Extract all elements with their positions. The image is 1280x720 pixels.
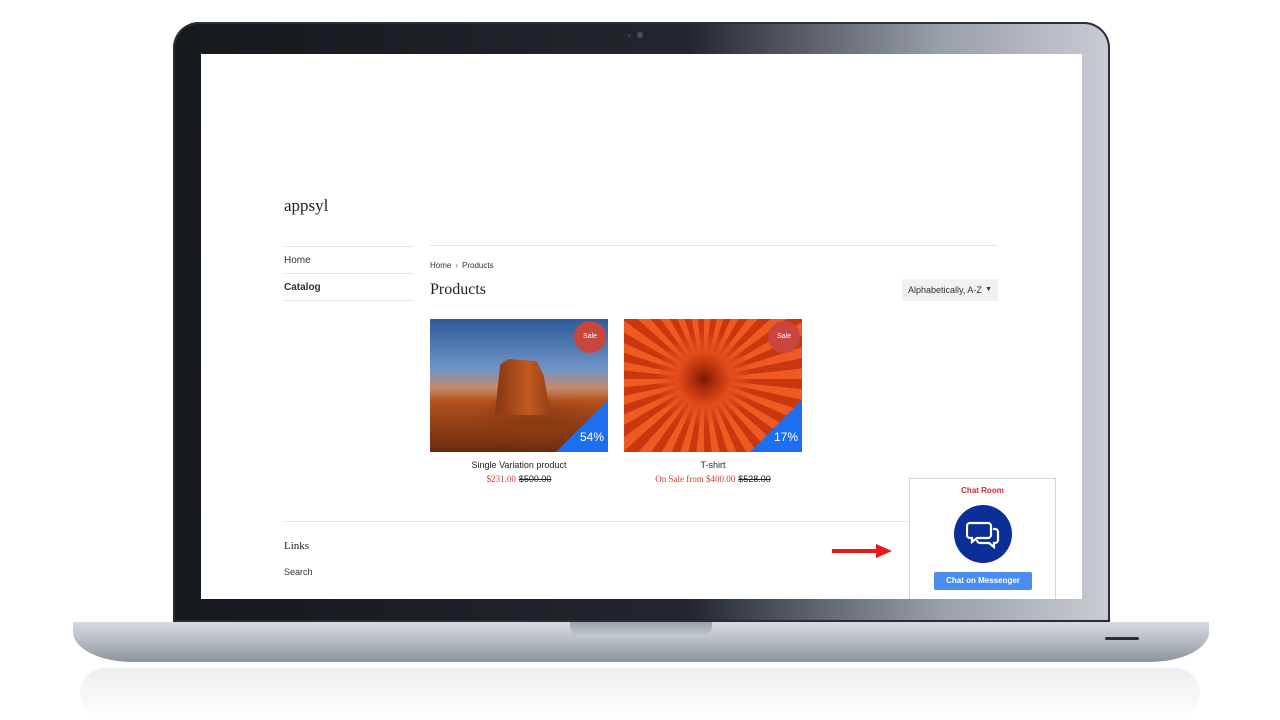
camera-sensor bbox=[628, 34, 631, 37]
laptop-slot bbox=[1105, 637, 1139, 640]
laptop-notch bbox=[570, 622, 712, 637]
sidebar-nav: Home Catalog bbox=[284, 246, 414, 301]
sale-price: $231.00 bbox=[486, 474, 516, 484]
laptop-base bbox=[73, 622, 1209, 662]
footer-divider bbox=[284, 521, 998, 522]
breadcrumb-home[interactable]: Home bbox=[430, 261, 451, 270]
sidebar-item-catalog[interactable]: Catalog bbox=[284, 273, 414, 301]
sidebar-item-home[interactable]: Home bbox=[284, 246, 414, 273]
product-card[interactable]: Sale 54% Single Variation product $231.0… bbox=[430, 319, 608, 484]
compare-price: $500.00 bbox=[518, 474, 552, 484]
sort-select[interactable]: Alphabetically, A-Z ▼ bbox=[902, 279, 998, 301]
footer-search-link[interactable]: Search bbox=[284, 567, 313, 577]
footer-links-title: Links bbox=[284, 540, 310, 552]
camera-icon bbox=[637, 32, 643, 38]
discount-percent: 17% bbox=[773, 430, 798, 444]
store-logo[interactable]: appsyl bbox=[284, 196, 328, 216]
page-title: Products bbox=[430, 281, 486, 298]
chat-bubbles-icon[interactable] bbox=[954, 505, 1012, 563]
product-price: On Sale from $400.00 $528.00 bbox=[624, 474, 802, 484]
sale-badge: Sale bbox=[574, 321, 606, 353]
discount-corner bbox=[556, 400, 608, 452]
chat-on-messenger-button[interactable]: Chat on Messenger bbox=[934, 572, 1032, 590]
breadcrumb-separator: › bbox=[455, 261, 459, 270]
compare-price: $528.00 bbox=[738, 474, 771, 484]
laptop-reflection bbox=[80, 668, 1200, 718]
product-name[interactable]: Single Variation product bbox=[430, 460, 608, 470]
breadcrumb: Home › Products bbox=[430, 261, 494, 270]
sort-selected-value: Alphabetically, A-Z bbox=[908, 285, 982, 295]
product-card[interactable]: Sale 17% T-shirt On Sale from $400.00 $52… bbox=[624, 319, 802, 484]
browser-viewport: appsyl Home Catalog Home › Products Produc… bbox=[201, 54, 1082, 599]
sale-badge: Sale bbox=[768, 321, 800, 353]
butte-shape bbox=[494, 359, 551, 415]
discount-corner bbox=[750, 400, 802, 452]
breadcrumb-current: Products bbox=[462, 261, 494, 270]
product-image-desert[interactable]: Sale 54% bbox=[430, 319, 608, 452]
sale-price: On Sale from $400.00 bbox=[655, 474, 736, 484]
product-price: $231.00 $500.00 bbox=[430, 474, 608, 484]
product-image-flower[interactable]: Sale 17% bbox=[624, 319, 802, 452]
product-name[interactable]: T-shirt bbox=[624, 460, 802, 470]
caret-down-icon: ▼ bbox=[985, 286, 992, 293]
arrow-right-icon bbox=[832, 544, 892, 558]
discount-percent: 54% bbox=[579, 430, 604, 444]
chat-widget: Chat Room Chat on Messenger bbox=[909, 478, 1056, 599]
divider bbox=[430, 245, 998, 246]
chat-title: Chat Room bbox=[961, 486, 1004, 495]
